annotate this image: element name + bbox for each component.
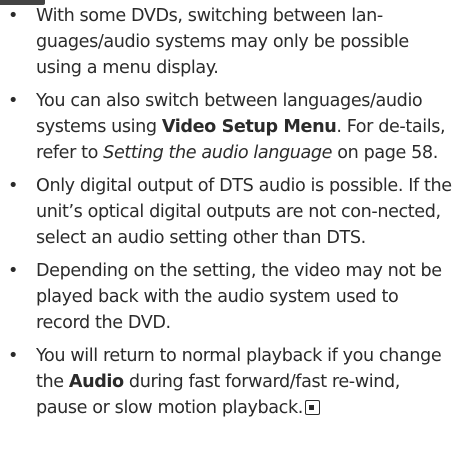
cross-reference-title: Setting the audio language	[103, 143, 333, 163]
bullet: •	[8, 6, 18, 26]
note-text: Depending on the setting, the video may …	[36, 261, 442, 333]
bullet: •	[8, 91, 18, 111]
list-item: • Only digital output of DTS audio is po…	[8, 173, 456, 251]
list-item: • Depending on the setting, the video ma…	[8, 258, 456, 336]
list-item: • You will return to normal playback if …	[8, 343, 456, 421]
stop-square-icon	[304, 400, 320, 415]
note-text-end: on page 58.	[332, 143, 438, 163]
note-text: Only digital output of DTS audio is poss…	[36, 176, 452, 248]
bullet: •	[8, 261, 18, 281]
menu-name: Video Setup Menu	[161, 117, 337, 137]
bullet: •	[8, 176, 18, 196]
note-text: With some DVDs, switching between lan-gu…	[36, 6, 409, 78]
notes-list: • With some DVDs, switching between lan-…	[8, 3, 456, 421]
list-item: • You can also switch between languages/…	[8, 88, 456, 166]
setting-name: Audio	[68, 372, 124, 392]
bullet: •	[8, 346, 18, 366]
list-item: • With some DVDs, switching between lan-…	[8, 3, 456, 81]
